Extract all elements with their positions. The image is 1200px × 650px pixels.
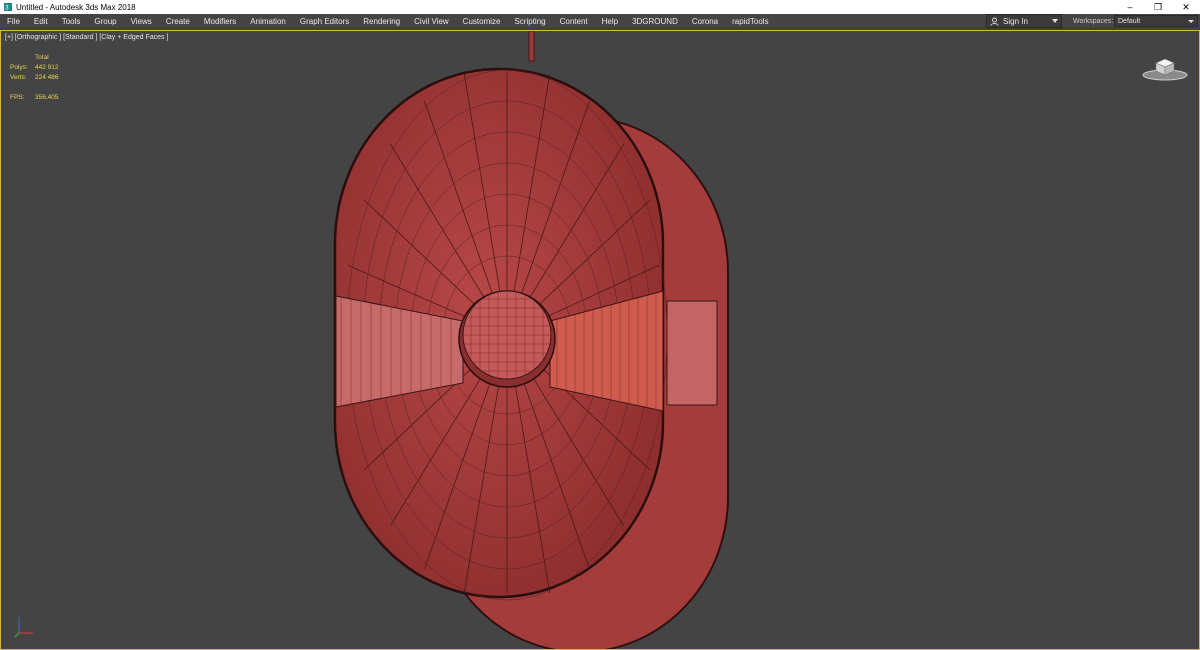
menu-rendering[interactable]: Rendering [356, 14, 407, 29]
menu-corona[interactable]: Corona [685, 14, 725, 29]
user-icon [990, 17, 999, 26]
menu-graph-editors[interactable]: Graph Editors [293, 14, 356, 29]
verts-value: 224 486 [35, 74, 59, 81]
menu-group[interactable]: Group [87, 14, 123, 29]
menu-create[interactable]: Create [159, 14, 197, 29]
title-bar: 3 Untitled - Autodesk 3ds Max 2018 – ❐ ✕ [0, 0, 1200, 14]
menu-rapidtools[interactable]: rapidTools [725, 14, 775, 29]
menu-help[interactable]: Help [595, 14, 625, 29]
minimize-button[interactable]: – [1116, 0, 1144, 14]
fps-label: FPS: [10, 94, 25, 101]
window-controls: – ❐ ✕ [1116, 0, 1200, 14]
polys-value: 442 912 [35, 64, 59, 71]
verts-label: Verts: [10, 74, 27, 81]
menu-customize[interactable]: Customize [456, 14, 508, 29]
menu-scripting[interactable]: Scripting [507, 14, 552, 29]
chevron-down-icon [1052, 19, 1058, 23]
menu-tools[interactable]: Tools [55, 14, 88, 29]
menu-animation[interactable]: Animation [243, 14, 293, 29]
close-button[interactable]: ✕ [1172, 0, 1200, 14]
workspaces-value: Default [1118, 18, 1141, 25]
workspaces-label: Workspaces: [1073, 18, 1114, 25]
polys-label: Polys: [10, 64, 28, 71]
menu-3dground[interactable]: 3DGROUND [625, 14, 685, 29]
3dsmax-icon: 3 [4, 3, 12, 12]
window-title: Untitled - Autodesk 3ds Max 2018 [16, 2, 136, 12]
viewport[interactable]: [+] [Orthographic ] [Standard ] [Clay + … [0, 30, 1200, 650]
menu-civil-view[interactable]: Civil View [407, 14, 456, 29]
stats-header: Total [35, 54, 49, 61]
fps-value: 356,405 [35, 94, 59, 101]
restore-button[interactable]: ❐ [1144, 0, 1172, 14]
chevron-down-icon [1188, 20, 1194, 23]
viewport-label[interactable]: [+] [Orthographic ] [Standard ] [Clay + … [5, 34, 168, 41]
sign-in-label: Sign In [1003, 16, 1028, 26]
sign-in-button[interactable]: Sign In [986, 14, 1062, 28]
menu-file[interactable]: File [0, 14, 27, 29]
menu-modifiers[interactable]: Modifiers [197, 14, 243, 29]
viewcube-icon[interactable] [1141, 51, 1189, 83]
rod-shape [528, 31, 535, 62]
menu-views[interactable]: Views [124, 14, 159, 29]
workspaces-dropdown[interactable]: Default [1114, 15, 1198, 27]
menu-content[interactable]: Content [553, 14, 595, 29]
menu-edit[interactable]: Edit [27, 14, 55, 29]
axis-tripod-icon [14, 617, 33, 638]
front-disc [333, 67, 668, 601]
model-mesh[interactable] [1, 31, 1199, 649]
stats-overlay: Total Polys: 442 912 Verts: 224 486 FPS: 35… [10, 53, 59, 103]
